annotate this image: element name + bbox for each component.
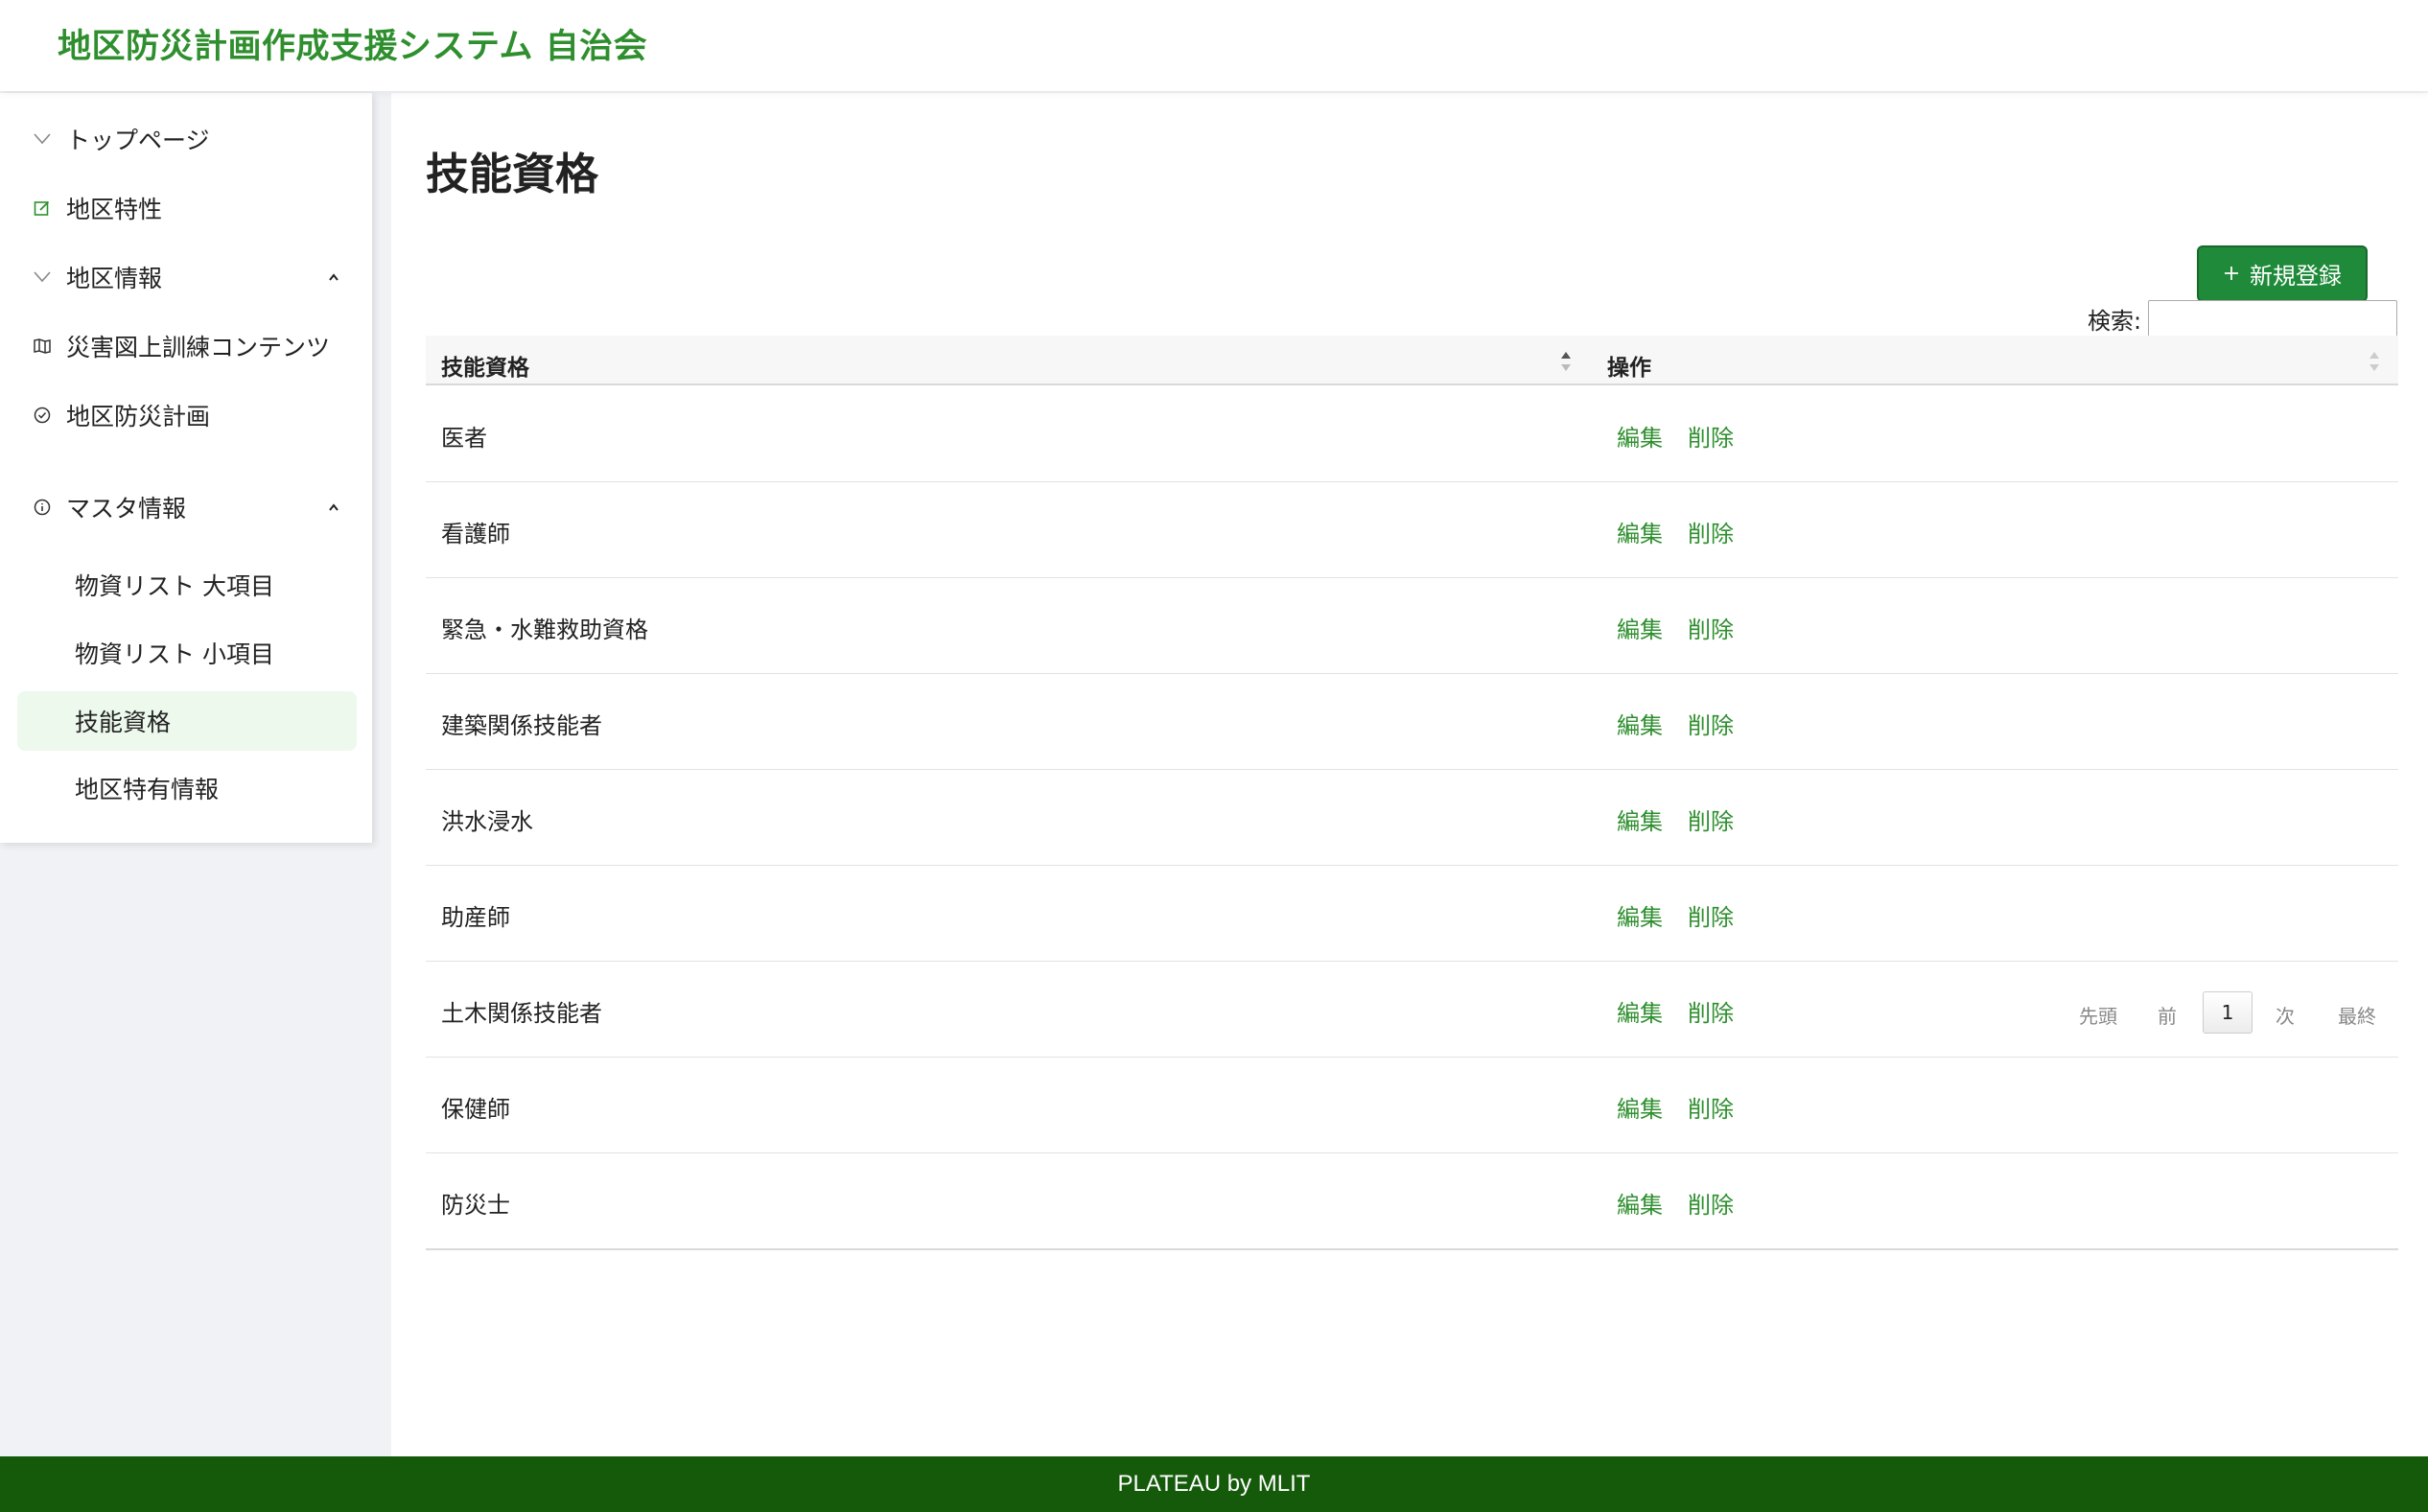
- sidebar-item-master-info[interactable]: マスタ情報: [0, 477, 372, 538]
- pagination-prev[interactable]: 前: [2158, 1001, 2177, 1029]
- table-row: 看護師 編集 削除: [426, 482, 2398, 578]
- app-title[interactable]: 地区防災計画作成支援システム 自治会: [58, 19, 647, 68]
- table-row: 医者 編集 削除: [426, 386, 2398, 482]
- sidebar-subitem-district-specific[interactable]: 地区特有情報: [17, 758, 357, 818]
- chevron-down-icon: [33, 129, 52, 149]
- sidebar-item-label: 地区防災計画: [66, 403, 211, 430]
- skill-name-cell: 保健師: [441, 1096, 510, 1123]
- delete-link[interactable]: 削除: [1688, 611, 1734, 644]
- caret-up-icon[interactable]: [326, 269, 341, 285]
- delete-link[interactable]: 削除: [1688, 419, 1734, 453]
- check-circle-icon: [33, 406, 52, 425]
- delete-link[interactable]: 削除: [1688, 898, 1734, 932]
- delete-link[interactable]: 削除: [1688, 515, 1734, 548]
- table-bottom-border: [426, 1248, 2398, 1250]
- footer: PLATEAU by MLIT: [0, 1456, 2428, 1512]
- delete-link[interactable]: 削除: [1688, 803, 1734, 836]
- sort-icon[interactable]: [1558, 349, 1574, 374]
- pagination-last[interactable]: 最終: [2338, 1001, 2376, 1029]
- sidebar-item-district-plan[interactable]: 地区防災計画: [0, 384, 372, 446]
- sidebar-item-disaster-training[interactable]: 災害図上訓練コンテンツ: [0, 315, 372, 377]
- edit-link[interactable]: 編集: [1617, 1186, 1663, 1220]
- edit-link[interactable]: 編集: [1617, 419, 1663, 453]
- skill-name-cell: 緊急・水難救助資格: [441, 616, 648, 643]
- new-register-label: 新規登録: [2250, 263, 2342, 290]
- edit-link[interactable]: 編集: [1617, 803, 1663, 836]
- sidebar-subitem-supplies-minor[interactable]: 物資リスト 小項目: [17, 623, 357, 683]
- plus-icon: [2223, 261, 2240, 288]
- info-circle-icon: [33, 498, 52, 517]
- edit-link[interactable]: 編集: [1617, 611, 1663, 644]
- new-register-button[interactable]: 新規登録: [2197, 245, 2368, 302]
- sidebar-item-label: 地区情報: [66, 265, 163, 292]
- pagination-next[interactable]: 次: [2276, 1001, 2295, 1029]
- page-title: 技能資格: [426, 149, 599, 199]
- table-row: 建築関係技能者 編集 削除: [426, 674, 2398, 770]
- sidebar-item-district-characteristics[interactable]: 地区特性: [0, 177, 372, 239]
- sidebar-subitem-label: 物資リスト 大項目: [75, 572, 274, 600]
- delete-link[interactable]: 削除: [1688, 707, 1734, 740]
- footer-text: PLATEAU by MLIT: [1117, 1471, 1311, 1497]
- column-header-actions[interactable]: 操作: [1607, 349, 1651, 382]
- table-row: 緊急・水難救助資格 編集 削除: [426, 578, 2398, 674]
- pagination-first[interactable]: 先頭: [2079, 1001, 2117, 1029]
- sidebar-subitem-label: 地区特有情報: [75, 776, 220, 803]
- chevron-down-icon: [33, 268, 52, 287]
- pagination-current-page[interactable]: 1: [2203, 991, 2253, 1034]
- edit-icon: [33, 198, 52, 218]
- table-header: 技能資格 操作: [426, 336, 2398, 385]
- search-input[interactable]: [2148, 300, 2397, 338]
- table-row: 防災士 編集 削除: [426, 1153, 2398, 1249]
- edit-link[interactable]: 編集: [1617, 898, 1663, 932]
- sidebar-item-top-page[interactable]: トップページ: [0, 108, 372, 170]
- sort-icon[interactable]: [2367, 349, 2382, 374]
- search-label: 検索:: [2088, 308, 2142, 335]
- skill-name-cell: 洪水浸水: [441, 808, 533, 835]
- skill-name-cell: 防災士: [441, 1192, 510, 1219]
- sidebar-item-label: 地区特性: [66, 196, 163, 223]
- sidebar-subitem-supplies-major[interactable]: 物資リスト 大項目: [17, 555, 357, 615]
- edit-link[interactable]: 編集: [1617, 515, 1663, 548]
- skill-name-cell: 助産師: [441, 904, 510, 931]
- sidebar-subitem-label: 物資リスト 小項目: [75, 640, 274, 668]
- sidebar-item-label: マスタ情報: [66, 495, 187, 523]
- column-header-skill[interactable]: 技能資格: [441, 349, 529, 382]
- delete-link[interactable]: 削除: [1688, 994, 1734, 1028]
- sidebar-item-label: トップページ: [66, 127, 210, 154]
- delete-link[interactable]: 削除: [1688, 1186, 1734, 1220]
- skill-name-cell: 看護師: [441, 521, 510, 547]
- sidebar-item-district-info[interactable]: 地区情報: [0, 246, 372, 308]
- skill-name-cell: 土木関係技能者: [441, 1000, 602, 1027]
- caret-up-icon[interactable]: [326, 500, 341, 515]
- sidebar-subitem-label: 技能資格: [75, 709, 172, 736]
- edit-link[interactable]: 編集: [1617, 707, 1663, 740]
- map-icon: [33, 337, 52, 356]
- skill-name-cell: 医者: [441, 425, 487, 452]
- table-row: 助産師 編集 削除: [426, 866, 2398, 962]
- sidebar: トップページ 地区特性 地区情報 災害図上訓練コンテンツ 地区防災計画 マスタ情…: [0, 93, 372, 843]
- sidebar-item-label: 災害図上訓練コンテンツ: [66, 334, 331, 361]
- sidebar-subitem-skills[interactable]: 技能資格: [17, 691, 357, 751]
- main-content: 技能資格 新規登録 検索: 技能資格 操作 医者 編集 削除 看護師 編集 削除 緊急・水難…: [391, 93, 2428, 1456]
- delete-link[interactable]: 削除: [1688, 1090, 1734, 1124]
- skill-name-cell: 建築関係技能者: [441, 712, 602, 739]
- table-row: 洪水浸水 編集 削除: [426, 770, 2398, 866]
- edit-link[interactable]: 編集: [1617, 994, 1663, 1028]
- app-header: 地区防災計画作成支援システム 自治会: [0, 0, 2428, 91]
- table-row: 保健師 編集 削除: [426, 1058, 2398, 1153]
- edit-link[interactable]: 編集: [1617, 1090, 1663, 1124]
